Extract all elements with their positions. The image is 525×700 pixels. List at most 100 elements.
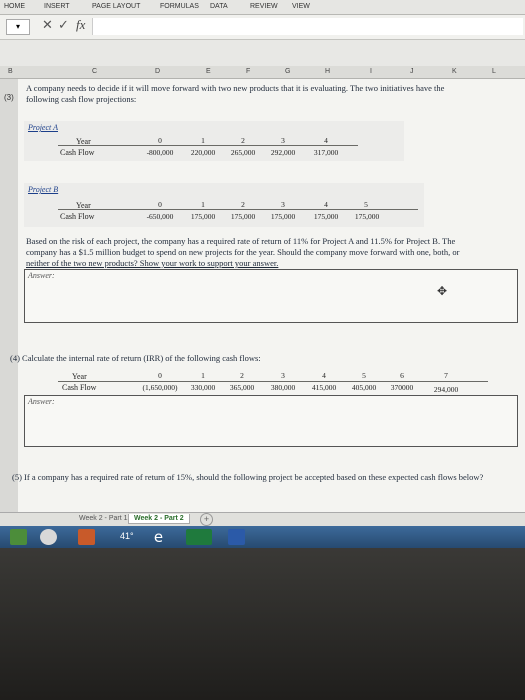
project-a-year-3[interactable]: 3 — [263, 136, 303, 145]
add-sheet-icon[interactable]: + — [200, 513, 213, 526]
col-header-g[interactable]: G — [285, 68, 290, 75]
column-headers: B C D E F G H I J K L — [0, 66, 525, 79]
tab-home[interactable]: HOME — [4, 3, 25, 10]
q4-flow-1[interactable]: 330,000 — [183, 383, 223, 392]
cancel-icon[interactable]: ✕ — [42, 18, 53, 33]
project-b-year-2[interactable]: 2 — [223, 200, 263, 209]
q3-text-line2: company has a $1.5 million budget to spe… — [26, 247, 460, 257]
project-b-year-5[interactable]: 5 — [346, 200, 386, 209]
col-header-j[interactable]: J — [410, 68, 414, 75]
project-a-flow-1[interactable]: 220,000 — [182, 148, 224, 157]
tab-page-layout[interactable]: PAGE LAYOUT — [92, 3, 140, 10]
q3-number: (3) — [4, 93, 14, 102]
tab-view[interactable]: VIEW — [292, 3, 310, 10]
formula-bar: ▾ ✕ ✓ fx — [0, 15, 525, 40]
q4-year-label: Year — [72, 372, 87, 381]
q4-flow-6[interactable]: 370000 — [382, 383, 422, 392]
function-icon[interactable]: fx — [76, 17, 85, 33]
project-a-flow-2[interactable]: 265,000 — [222, 148, 264, 157]
worksheet[interactable]: (3) A company needs to decide if it will… — [4, 79, 525, 512]
project-b-flow-2[interactable]: 175,000 — [222, 212, 264, 221]
ribbon-spacer — [0, 40, 525, 66]
project-b-flow-3[interactable]: 175,000 — [262, 212, 304, 221]
name-box[interactable]: ▾ — [6, 19, 30, 35]
word-icon[interactable] — [228, 529, 245, 545]
ribbon-tabs: HOME INSERT PAGE LAYOUT FORMULAS DATA RE… — [0, 0, 525, 15]
tab-formulas[interactable]: FORMULAS — [160, 3, 199, 10]
q4-flow-5[interactable]: 405,000 — [344, 383, 384, 392]
project-b-cashflow-label: Cash Flow — [60, 212, 95, 221]
q4-year-5[interactable]: 5 — [344, 371, 384, 380]
sheet-tab-week2-part2[interactable]: Week 2 - Part 2 — [128, 514, 190, 524]
chrome-icon[interactable] — [40, 529, 57, 545]
project-b-year-0[interactable]: 0 — [140, 200, 180, 209]
project-a-cashflow-label: Cash Flow — [60, 148, 95, 157]
weather-temperature[interactable]: 41° — [120, 531, 134, 541]
project-b-year-4[interactable]: 4 — [306, 200, 346, 209]
col-header-l[interactable]: L — [492, 68, 496, 75]
taskbar: 41° e — [0, 526, 525, 548]
q3-text-line3: neither of the two new products? Show yo… — [26, 258, 279, 268]
q3-intro-line2: following cash flow projections: — [26, 94, 137, 104]
q4-year-2[interactable]: 2 — [222, 371, 262, 380]
col-header-d[interactable]: D — [155, 68, 160, 75]
project-b-flow-5[interactable]: 175,000 — [346, 212, 388, 221]
tab-insert[interactable]: INSERT — [44, 3, 70, 10]
q3-intro-line1: A company needs to decide if it will mov… — [26, 83, 445, 93]
project-b-flow-0[interactable]: -650,000 — [138, 212, 182, 221]
project-a-year-2[interactable]: 2 — [223, 136, 263, 145]
q4-flow-4[interactable]: 415,000 — [304, 383, 344, 392]
project-a-flow-3[interactable]: 292,000 — [262, 148, 304, 157]
project-a-year-4[interactable]: 4 — [306, 136, 346, 145]
excel-window: HOME INSERT PAGE LAYOUT FORMULAS DATA RE… — [0, 0, 525, 548]
project-a-flow-4[interactable]: 317,000 — [305, 148, 347, 157]
col-header-h[interactable]: H — [325, 68, 330, 75]
col-header-i[interactable]: I — [370, 68, 372, 75]
project-b-title: Project B — [28, 185, 59, 194]
q4-year-3[interactable]: 3 — [263, 371, 303, 380]
project-b-header-rule — [58, 209, 418, 210]
tab-data[interactable]: DATA — [210, 3, 228, 10]
tab-review[interactable]: REVIEW — [250, 3, 278, 10]
q3-answer-label: Answer: — [28, 271, 55, 280]
project-b-year-3[interactable]: 3 — [263, 200, 303, 209]
project-a-title: Project A — [28, 123, 58, 132]
q4-year-7[interactable]: 7 — [426, 371, 466, 380]
q4-flow-3[interactable]: 380,000 — [263, 383, 303, 392]
excel-icon[interactable] — [186, 529, 212, 545]
q4-flow-2[interactable]: 365,000 — [222, 383, 262, 392]
q4-flow-7[interactable]: 294,000 — [426, 385, 466, 394]
col-header-b[interactable]: B — [8, 68, 13, 75]
q4-year-1[interactable]: 1 — [183, 371, 223, 380]
start-icon[interactable] — [10, 529, 27, 545]
col-header-e[interactable]: E — [206, 68, 211, 75]
project-b-flow-1[interactable]: 175,000 — [182, 212, 224, 221]
q4-answer-box[interactable]: Answer: — [24, 395, 518, 447]
project-a-year-0[interactable]: 0 — [140, 136, 180, 145]
q4-cashflow-label: Cash Flow — [62, 383, 97, 392]
q4-prompt: (4) Calculate the internal rate of retur… — [10, 353, 261, 363]
media-player-icon[interactable] — [78, 529, 95, 545]
q4-year-6[interactable]: 6 — [382, 371, 422, 380]
col-header-f[interactable]: F — [246, 68, 250, 75]
formula-input[interactable] — [92, 18, 523, 35]
q3-answer-box[interactable]: Answer: ✥ — [24, 269, 518, 323]
q4-flow-0[interactable]: (1,650,000) — [132, 383, 188, 392]
q4-answer-label: Answer: — [28, 397, 55, 406]
cursor-cross-icon: ✥ — [437, 284, 448, 298]
monitor-bezel — [0, 548, 525, 700]
q3-text-line1: Based on the risk of each project, the c… — [26, 236, 456, 246]
q4-year-0[interactable]: 0 — [138, 371, 182, 380]
project-a-year-1[interactable]: 1 — [183, 136, 223, 145]
col-header-k[interactable]: K — [452, 68, 457, 75]
project-b-year-1[interactable]: 1 — [183, 200, 223, 209]
confirm-icon[interactable]: ✓ — [58, 18, 69, 33]
sheet-tabs: Week 2 - Part 1 Week 2 - Part 2 + — [0, 512, 525, 527]
project-a-flow-0[interactable]: -800,000 — [138, 148, 182, 157]
project-b-flow-4[interactable]: 175,000 — [305, 212, 347, 221]
edge-icon[interactable]: e — [150, 529, 167, 545]
q4-year-4[interactable]: 4 — [304, 371, 344, 380]
col-header-c[interactable]: C — [92, 68, 97, 75]
sheet-tab-week2-part1[interactable]: Week 2 - Part 1 — [74, 514, 133, 523]
q4-header-rule — [58, 381, 488, 382]
